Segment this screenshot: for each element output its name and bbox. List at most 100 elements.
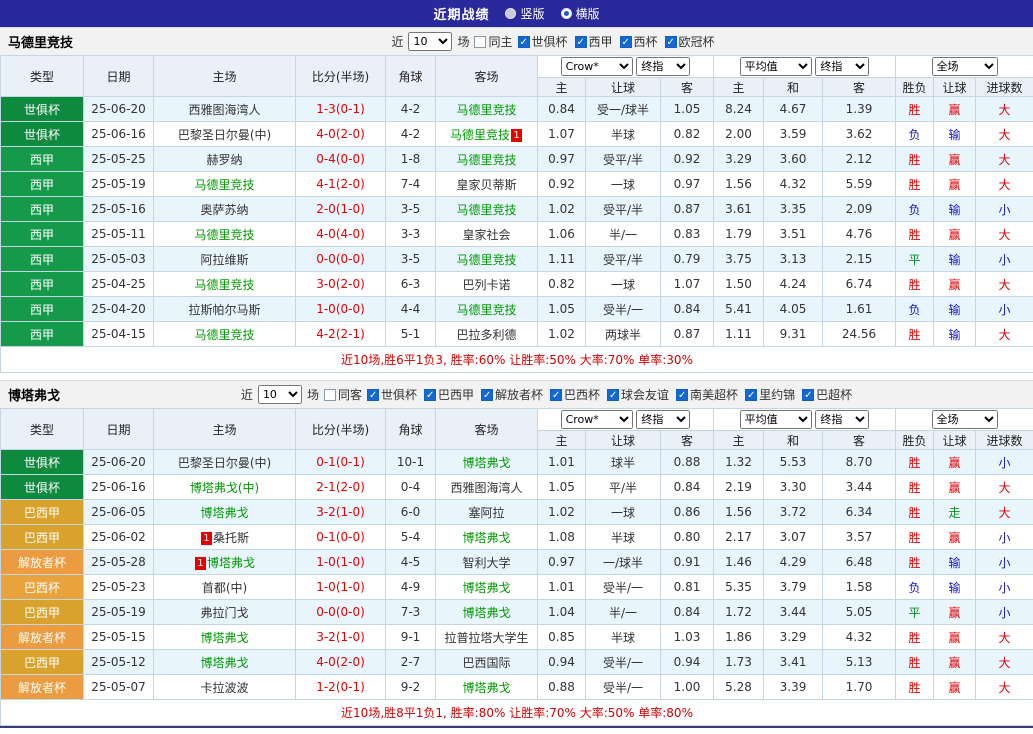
page-title: 近期战绩 [433, 8, 490, 23]
away-team-link[interactable]: 智利大学 [462, 556, 510, 570]
away-team-link[interactable]: 博塔弗戈 [462, 581, 510, 595]
checkbox-checked-icon[interactable] [481, 388, 493, 402]
away-team-link[interactable]: 马德里竞技 [456, 303, 516, 317]
asian-handicap: 一球 [585, 171, 661, 197]
home-team-link[interactable]: 巴黎圣日尔曼(中) [178, 128, 271, 142]
checkbox-checked-icon[interactable] [802, 388, 815, 402]
away-team-link[interactable]: 博塔弗戈 [462, 531, 510, 545]
checkbox-checked-icon[interactable] [574, 35, 587, 49]
home-team-link[interactable]: 首都(中) [202, 581, 247, 595]
scope-select[interactable]: 全场 [931, 410, 998, 429]
home-team-link[interactable]: 卡拉波波 [200, 681, 248, 695]
home-team-link[interactable]: 博塔弗戈 [207, 556, 255, 570]
same-venue-filter[interactable]: 同客 [323, 386, 362, 403]
goals-result: 大 [974, 146, 1033, 172]
home-team-link[interactable]: 博塔弗戈(中) [190, 481, 259, 495]
checkbox-unchecked-icon[interactable] [474, 35, 487, 48]
radio-unchecked-icon[interactable] [505, 8, 517, 19]
away-team-link[interactable]: 博塔弗戈 [462, 606, 510, 620]
checkbox-checked-icon[interactable] [423, 388, 436, 402]
radio-checked-icon[interactable] [560, 8, 572, 19]
scope-select[interactable]: 全场 [931, 57, 998, 76]
cup-filter[interactable]: 巴超杯 [802, 386, 852, 403]
checkbox-checked-icon[interactable] [745, 388, 758, 402]
euro-away-odds: 1.39 [822, 96, 896, 122]
layout-horizontal-radio[interactable]: 横版 [560, 5, 600, 22]
checkbox-checked-icon[interactable] [607, 388, 620, 402]
checkbox-checked-icon[interactable] [664, 35, 677, 49]
home-team-link[interactable]: 博塔弗戈 [200, 656, 248, 670]
checkbox-checked-icon[interactable] [676, 388, 689, 402]
scope-select-cell: 全场 [894, 408, 1033, 431]
asian-odds-stage-select[interactable]: 终指 [636, 410, 691, 429]
cup-filter[interactable]: 西杯 [619, 33, 658, 50]
home-team-link[interactable]: 马德里竞技 [194, 278, 254, 292]
euro-away-odds: 4.32 [822, 624, 896, 650]
euro-odds-book-select[interactable]: 平均值 [739, 410, 812, 429]
checkbox-checked-icon[interactable] [517, 35, 530, 49]
competition-badge: 西甲 [0, 246, 84, 272]
asian-odds-book-select[interactable]: Crow* [560, 57, 633, 76]
asian-odds-book-select[interactable]: Crow* [560, 410, 633, 429]
home-team-link[interactable]: 阿拉维斯 [200, 253, 248, 267]
home-team-link[interactable]: 马德里竞技 [194, 328, 254, 342]
match-count-select[interactable]: 10 [257, 385, 302, 404]
cup-filter[interactable]: 解放者杯 [481, 386, 543, 403]
same-venue-filter[interactable]: 同主 [474, 33, 513, 50]
away-team-link[interactable]: 巴西国际 [462, 656, 510, 670]
away-team-link[interactable]: 皇家社会 [462, 228, 510, 242]
home-team-link[interactable]: 拉斯帕尔马斯 [188, 303, 260, 317]
cup-filter[interactable]: 巴西甲 [423, 386, 474, 403]
away-team-link[interactable]: 博塔弗戈 [462, 456, 510, 470]
match-row: 西甲 25-04-25 马德里竞技 3-0(2-0) 6-3 巴列卡诺 0.82… [0, 271, 1033, 297]
away-team-link[interactable]: 博塔弗戈 [462, 681, 510, 695]
asian-handicap-header: 让球 [585, 77, 661, 97]
asian-home-odds: 1.05 [537, 296, 586, 322]
layout-vertical-radio[interactable]: 竖版 [505, 5, 545, 22]
home-team-link[interactable]: 博塔弗戈 [200, 506, 248, 520]
away-team-link[interactable]: 巴拉多利德 [456, 328, 516, 342]
away-team-link[interactable]: 马德里竞技 [456, 153, 516, 167]
away-team-link[interactable]: 马德里竞技 [456, 203, 516, 217]
cup-filter[interactable]: 南美超杯 [676, 386, 738, 403]
win-lose-result: 胜 [895, 171, 934, 197]
cup-filter[interactable]: 球会友谊 [607, 386, 669, 403]
home-team-link[interactable]: 马德里竞技 [194, 178, 254, 192]
cup-filter[interactable]: 里约锦 [745, 386, 795, 403]
away-team-link[interactable]: 塞阿拉 [468, 506, 504, 520]
checkbox-checked-icon[interactable] [366, 388, 379, 402]
away-team-link[interactable]: 拉普拉塔大学生 [444, 631, 528, 645]
euro-home-odds: 1.46 [713, 549, 764, 575]
cup-filter[interactable]: 巴西杯 [550, 386, 600, 403]
asian-handicap: 平/半 [585, 474, 661, 500]
away-team-link[interactable]: 巴列卡诺 [462, 278, 510, 292]
match-count-select[interactable]: 10 [408, 32, 453, 51]
cup-filter[interactable]: 世俱杯 [366, 386, 417, 403]
home-team-link[interactable]: 西雅图海湾人 [188, 103, 260, 117]
away-team-link[interactable]: 马德里竞技 [450, 128, 510, 142]
away-team-link[interactable]: 马德里竞技 [456, 253, 516, 267]
euro-odds-stage-select[interactable]: 终指 [815, 57, 870, 76]
asian-odds-stage-select[interactable]: 终指 [636, 57, 691, 76]
home-team-link[interactable]: 赫罗纳 [206, 153, 242, 167]
away-cell: 博塔弗戈 [435, 449, 538, 475]
cup-filter[interactable]: 欧冠杯 [664, 33, 715, 50]
result-header: 胜负 [895, 430, 934, 450]
home-team-link[interactable]: 桑托斯 [213, 531, 249, 545]
competition-badge: 巴西甲 [0, 524, 84, 550]
checkbox-unchecked-icon[interactable] [323, 388, 336, 401]
euro-odds-stage-select[interactable]: 终指 [815, 410, 870, 429]
home-team-link[interactable]: 弗拉门戈 [200, 606, 248, 620]
home-team-link[interactable]: 马德里竞技 [194, 228, 254, 242]
cup-filter[interactable]: 世俱杯 [517, 33, 568, 50]
checkbox-checked-icon[interactable] [550, 388, 563, 402]
cup-filter[interactable]: 西甲 [574, 33, 613, 50]
euro-odds-book-select[interactable]: 平均值 [739, 57, 812, 76]
away-team-link[interactable]: 西雅图海湾人 [450, 481, 522, 495]
home-team-link[interactable]: 奥萨苏纳 [200, 203, 248, 217]
away-team-link[interactable]: 马德里竞技 [456, 103, 516, 117]
home-team-link[interactable]: 博塔弗戈 [200, 631, 248, 645]
home-team-link[interactable]: 巴黎圣日尔曼(中) [178, 456, 271, 470]
checkbox-checked-icon[interactable] [619, 35, 632, 49]
away-team-link[interactable]: 皇家贝蒂斯 [456, 178, 516, 192]
